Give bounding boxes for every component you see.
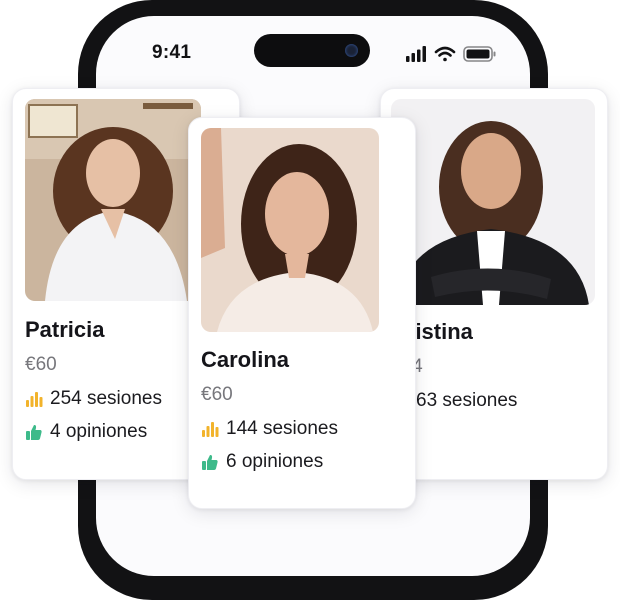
camera-icon [345, 44, 358, 57]
therapist-photo [25, 99, 201, 301]
battery-icon [463, 46, 496, 62]
sessions-stat: 254 sesiones [25, 388, 162, 410]
signal-icon [406, 46, 426, 62]
therapist-photo [391, 99, 595, 305]
status-icons [406, 44, 498, 64]
bar-chart-icon [202, 422, 219, 437]
therapist-price: €60 [25, 354, 57, 375]
dynamic-island [254, 34, 370, 67]
thumbs-up-icon [26, 424, 42, 440]
reviews-count: 6 opiniones [226, 451, 324, 472]
therapist-price: €60 [201, 384, 233, 405]
status-time: 9:41 [152, 42, 192, 63]
sessions-count: 254 sesiones [50, 388, 162, 409]
reviews-count: 4 opiniones [50, 421, 148, 442]
therapist-name: Carolina [201, 347, 290, 372]
sessions-count: 63 sesiones [416, 390, 518, 411]
wifi-icon [434, 46, 456, 62]
therapist-card-carolina[interactable]: Carolina €60 144 sesiones 6 opiniones [188, 117, 416, 509]
thumbs-up-icon [202, 454, 218, 470]
reviews-stat: 4 opiniones [25, 421, 147, 443]
sessions-stat: 144 sesiones [201, 418, 338, 440]
bar-chart-icon [26, 392, 43, 407]
reviews-stat: 6 opiniones [201, 451, 323, 473]
therapist-name: Patricia [25, 317, 105, 342]
therapist-photo [201, 128, 379, 332]
sessions-count: 144 sesiones [226, 418, 338, 439]
